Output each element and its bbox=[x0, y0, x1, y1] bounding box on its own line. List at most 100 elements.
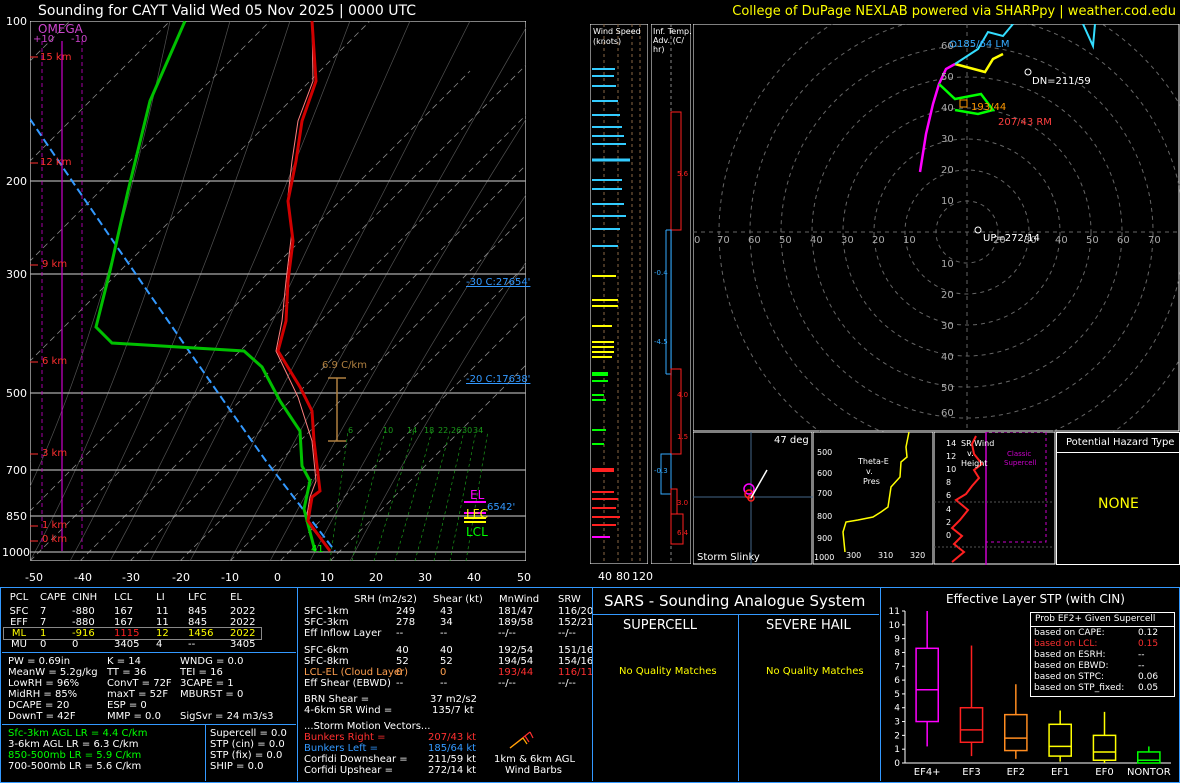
hodo-ring-label: 10 bbox=[941, 196, 954, 207]
kin-row-value: 0 bbox=[440, 667, 447, 678]
stp-y-tick: 9 bbox=[894, 635, 900, 645]
kin-row-value: 116/11 bbox=[558, 667, 594, 678]
motion-value: 185/64 kt bbox=[428, 743, 477, 754]
el-label: EL bbox=[470, 488, 485, 502]
kin-row-value: 189/58 bbox=[498, 617, 534, 628]
hodo-lm-label: 185/64 LM bbox=[957, 39, 1010, 50]
parcel-header: CINH bbox=[72, 592, 98, 603]
hodo-x-tick: 20 bbox=[872, 235, 885, 246]
parcel-header: PCL bbox=[9, 592, 29, 603]
kin-row-value: 192/54 bbox=[498, 645, 534, 656]
srwind-y-tick: 0 bbox=[946, 531, 952, 540]
thermo-divider bbox=[2, 724, 296, 725]
kin-row-value: 0 bbox=[396, 667, 403, 678]
temp-tick: -20 bbox=[172, 571, 190, 584]
omega-tick-plus: +10 bbox=[33, 34, 55, 45]
stp-legend-label: based on LCL: bbox=[1034, 639, 1098, 649]
storm-motion-header: ...Storm Motion Vectors... bbox=[304, 721, 431, 732]
hodo-ring-label: 30 bbox=[941, 321, 954, 332]
parcel-cell: 0 bbox=[72, 639, 79, 650]
hodograph-plot bbox=[693, 24, 1180, 432]
parcel-table: PCL CAPE CINH LCL LI LFC EL bbox=[4, 592, 248, 603]
page-title: Sounding for CAYT Valid Wed 05 Nov 2025 … bbox=[38, 3, 416, 19]
credit-text: College of DuPage NEXLAB powered via SHA… bbox=[732, 4, 1176, 19]
hodo-ring-label: 40 bbox=[941, 352, 954, 363]
inf-temp-value: 3.0 bbox=[677, 499, 689, 507]
inf-temp-title: Adv. (C/ bbox=[653, 36, 685, 45]
composite-stat: STP (cin) = 0.0 bbox=[210, 739, 285, 750]
srwind-classic: Supercell bbox=[1004, 459, 1037, 467]
composite-stat: SHIP = 0.0 bbox=[210, 761, 264, 772]
isotherm-30-label: -30 C:27654' bbox=[466, 277, 531, 288]
temp-tick: -50 bbox=[25, 571, 43, 584]
hazard-value: NONE bbox=[1098, 496, 1139, 512]
theta-y-tick: 800 bbox=[817, 512, 833, 521]
hodo-ring-label: 30 bbox=[941, 134, 954, 145]
temp-tick: -10 bbox=[221, 571, 239, 584]
parcel-cell: 3405 bbox=[114, 639, 140, 650]
stp-category-label: EF4+ bbox=[914, 767, 941, 778]
stp-legend-value: 0.05 bbox=[1138, 683, 1159, 693]
theta-x-tick: 300 bbox=[846, 551, 862, 560]
kin-row-value: -- bbox=[440, 628, 448, 639]
inf-temp-value: 6.4 bbox=[677, 529, 689, 537]
hodo-x-tick: 70 bbox=[717, 235, 730, 246]
stp-y-tick: 0 bbox=[894, 759, 900, 769]
theta-y-tick: 1000 bbox=[814, 553, 835, 562]
sars-divider bbox=[738, 614, 739, 781]
stp-y-tick: 4 bbox=[894, 704, 900, 714]
hodo-ring-label: 50 bbox=[941, 72, 954, 83]
lcl-label: LCL bbox=[466, 525, 488, 539]
parcel-cell: -880 bbox=[72, 606, 95, 617]
wind-speed-tick: 80 bbox=[616, 570, 630, 583]
stp-legend-label: based on ESRH: bbox=[1034, 650, 1106, 660]
height-label: 3 km bbox=[42, 448, 68, 459]
kin-row-value: 52 bbox=[396, 656, 409, 667]
kin-row-value: -- bbox=[440, 678, 448, 689]
mixing-ratio-label: 10 bbox=[383, 426, 394, 435]
brn-shear-value: 37 m2/s2 bbox=[430, 694, 477, 705]
parcel-cell: 167 bbox=[114, 606, 134, 617]
wind-speed-title: Wind Speed bbox=[593, 27, 641, 36]
motion-label: Corfidi Upshear = bbox=[304, 765, 393, 776]
lcl-height-label: 6542' bbox=[487, 502, 516, 513]
lapse-stat: 700-500mb LR = 5.6 C/km bbox=[8, 761, 142, 772]
hodo-x-tick: 30 bbox=[841, 235, 854, 246]
temp-advection-plot bbox=[651, 24, 691, 564]
height-label: 15 km bbox=[40, 52, 72, 63]
temp-tick: 20 bbox=[369, 571, 383, 584]
hodo-x-tick: 50 bbox=[779, 235, 792, 246]
parcel-cell: 1456 bbox=[188, 628, 214, 639]
lapse-stat: 850-500mb LR = 5.9 C/km bbox=[8, 750, 142, 761]
stp-category-label: EF1 bbox=[1051, 767, 1069, 778]
temp-tick: -30 bbox=[122, 571, 140, 584]
temp-tick: 50 bbox=[517, 571, 531, 584]
kin-row-value: 152/21 bbox=[558, 617, 594, 628]
stp-legend-divider bbox=[1031, 626, 1174, 627]
height-label: 12 km bbox=[40, 157, 72, 168]
theta-x-tick: 320 bbox=[910, 551, 926, 560]
stp-y-tick: 10 bbox=[889, 621, 901, 631]
parcel-cell: -880 bbox=[72, 617, 95, 628]
wind-speed-tick: 40 bbox=[598, 570, 612, 583]
temp-tick: 10 bbox=[320, 571, 334, 584]
motion-value: 272/14 kt bbox=[428, 765, 477, 776]
kin-row-value: 249 bbox=[396, 606, 416, 617]
mixing-ratio-label: 30 bbox=[462, 426, 473, 435]
kin-row-value: 116/20 bbox=[558, 606, 594, 617]
hodo-x-tick: 10 bbox=[903, 235, 916, 246]
motion-label: Bunkers Left = bbox=[304, 743, 378, 754]
parcel-header: EL bbox=[230, 592, 243, 603]
thermo-stat: PW = 0.69in bbox=[8, 656, 71, 667]
parcel-cell: ML bbox=[11, 628, 27, 639]
lfc-label: LFC bbox=[466, 507, 488, 521]
kin-row-value: 40 bbox=[396, 645, 409, 656]
height-label: 6 km bbox=[42, 356, 68, 367]
stp-legend-label: based on STPC: bbox=[1034, 672, 1105, 682]
mixing-ratio-label: 26 bbox=[451, 426, 462, 435]
parcel-cell: 845 bbox=[188, 606, 208, 617]
theta-title: v. bbox=[866, 467, 873, 476]
hodo-ring-label: 50 bbox=[941, 383, 954, 394]
hodo-ring-label: 10 bbox=[941, 259, 954, 270]
thermo-stat: SigSvr = 24 m3/s3 bbox=[180, 711, 274, 722]
